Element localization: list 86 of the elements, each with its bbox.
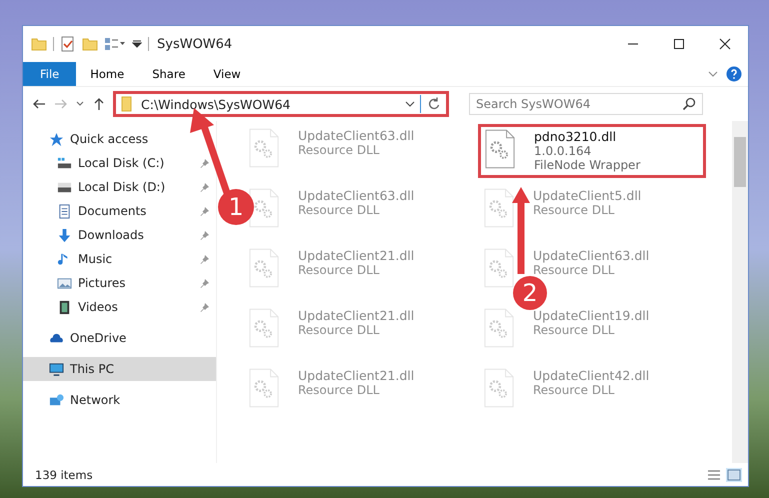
callout-badge	[218, 189, 254, 225]
network-icon	[49, 392, 64, 408]
help-icon[interactable]	[726, 66, 742, 82]
gear-file-icon	[484, 248, 514, 288]
search-field[interactable]: Search SysWOW64	[469, 93, 703, 115]
folder-icon[interactable]	[31, 36, 47, 52]
file-detail: Resource DLL	[533, 203, 616, 217]
file-detail: FileNode Wrapper	[534, 158, 640, 172]
sidebar-item[interactable]: Local Disk (D:)	[23, 175, 216, 199]
refresh-icon[interactable]	[426, 96, 442, 112]
address-bar[interactable]: C:\Windows\SysWOW64	[113, 91, 449, 117]
sidebar-item[interactable]: Local Disk (C:)	[23, 151, 216, 175]
sidebar-label: Music	[78, 252, 114, 266]
properties-icon[interactable]	[60, 36, 76, 52]
file-detail: Resource DLL	[298, 323, 380, 337]
sidebar-label: Network	[70, 393, 122, 407]
ribbon-tab[interactable]: Share	[138, 62, 200, 86]
details-view-icon[interactable]	[706, 468, 722, 482]
callout-number: 2	[522, 279, 538, 307]
gear-file-icon	[249, 248, 279, 288]
sidebar-item[interactable]: Network	[23, 388, 216, 412]
pin-icon[interactable]	[200, 158, 210, 168]
expand-ribbon-icon[interactable]	[708, 69, 718, 79]
gear-file-icon	[484, 368, 514, 408]
file-detail: Resource DLL	[533, 323, 616, 337]
file-detail: Resource DLL	[533, 263, 616, 277]
gear-file-icon	[249, 188, 279, 228]
sidebar-item[interactable]: This PC	[23, 357, 216, 381]
file-name[interactable]: pdno3210.dll	[534, 129, 640, 144]
monitor-icon	[49, 362, 64, 376]
pin-icon[interactable]	[200, 182, 210, 192]
new-folder-icon[interactable]	[82, 36, 98, 52]
picture-icon	[57, 276, 72, 290]
sidebar-item[interactable]: Videos	[23, 295, 216, 319]
file-detail: 1.0.0.164	[534, 144, 592, 158]
highlighted-file-item[interactable]: pdno3210.dll 1.0.0.164 FileNode Wrapper	[478, 124, 706, 178]
window-title: SysWOW64	[157, 36, 232, 52]
customize-caret-icon[interactable]	[132, 39, 142, 49]
ribbon-tab[interactable]: File	[23, 62, 76, 86]
tiles-view-icon[interactable]	[726, 468, 742, 482]
file-detail: Resource DLL	[298, 143, 380, 157]
sidebar-item[interactable]: OneDrive	[23, 326, 216, 350]
sidebar-label: Quick access	[70, 132, 150, 146]
sidebar-label: Local Disk (C:)	[78, 156, 166, 170]
sidebar-label: Downloads	[78, 228, 145, 242]
pin-icon[interactable]	[200, 254, 210, 264]
gear-file-icon	[249, 308, 279, 348]
drive-icon	[57, 156, 72, 170]
file-detail: Resource DLL	[298, 263, 380, 277]
file-detail: Resource DLL	[298, 383, 380, 397]
gear-file-icon	[249, 128, 279, 168]
sidebar-item[interactable]: Downloads	[23, 223, 216, 247]
dropdown-caret-icon[interactable]	[405, 99, 415, 109]
pin-icon[interactable]	[200, 230, 210, 240]
gear-file-icon	[485, 129, 515, 169]
sidebar-item[interactable]: Documents	[23, 199, 216, 223]
gear-file-icon	[249, 368, 279, 408]
sidebar-label: OneDrive	[70, 331, 128, 345]
gear-file-icon	[484, 308, 514, 348]
pin-icon[interactable]	[200, 206, 210, 216]
gear-file-icon	[484, 188, 514, 228]
sidebar-label: This PC	[70, 362, 115, 376]
item-count: 139 items	[35, 468, 93, 482]
sidebar-item[interactable]: Quick access	[23, 127, 216, 151]
file-detail: Resource DLL	[298, 203, 380, 217]
document-icon	[57, 204, 72, 218]
ribbon-tab[interactable]: Home	[76, 62, 138, 86]
sidebar-label: Videos	[78, 300, 119, 314]
sidebar-label: Documents	[78, 204, 148, 218]
star-icon	[49, 132, 64, 146]
search-icon	[681, 96, 697, 112]
callout-badge	[513, 276, 547, 310]
ribbon-tab[interactable]: View	[199, 62, 255, 86]
pin-icon[interactable]	[200, 278, 210, 288]
sidebar-label: Local Disk (D:)	[78, 180, 166, 194]
view-menu-icon[interactable]	[104, 36, 126, 52]
vertical-scrollbar[interactable]	[732, 121, 748, 463]
pin-icon[interactable]	[200, 302, 210, 312]
download-arrow-icon	[57, 228, 72, 242]
film-icon	[57, 300, 72, 314]
sidebar-item[interactable]: Music	[23, 247, 216, 271]
file-detail: Resource DLL	[533, 383, 616, 397]
sidebar-label: Pictures	[78, 276, 127, 290]
sidebar-item[interactable]: Pictures	[23, 271, 216, 295]
address-path: C:\Windows\SysWOW64	[141, 96, 292, 112]
callout-number: 1	[228, 193, 244, 221]
